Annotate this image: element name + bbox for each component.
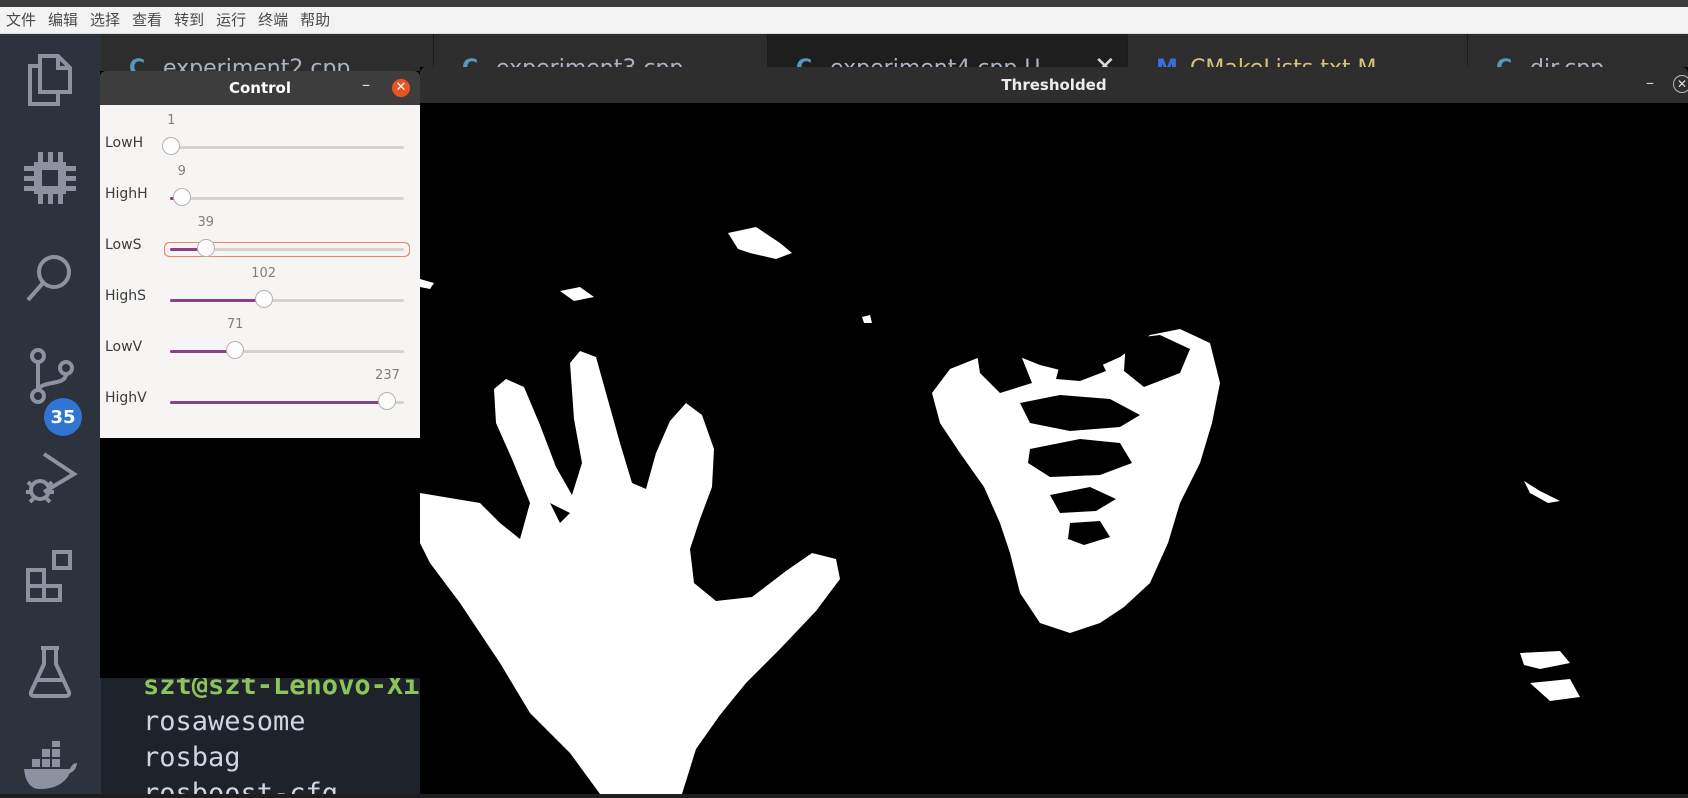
thresholded-window: Thresholded – ✕: [420, 67, 1688, 794]
trackbar-value: 39: [197, 215, 215, 230]
menu-edit[interactable]: 编辑: [42, 7, 84, 33]
trackbar-track[interactable]: [170, 290, 404, 308]
thresholded-titlebar[interactable]: Thresholded – ✕: [420, 67, 1688, 103]
trackbar-track[interactable]: [162, 137, 404, 155]
trackbar-name: HighH: [105, 186, 148, 202]
menu-bar: 文件 编辑 选择 查看 转到 运行 终端 帮助: [0, 7, 1688, 34]
trackbar-track[interactable]: [170, 392, 404, 410]
menu-help[interactable]: 帮助: [294, 7, 336, 33]
trackbar-highv[interactable]: HighV 237: [100, 366, 420, 421]
trackbar-name: HighS: [105, 288, 147, 304]
source-control-badge: 35: [44, 398, 82, 436]
minimize-icon[interactable]: –: [1646, 73, 1654, 92]
trackbar-panel: LowH 1 HighH 9 LowS 39 HighS 102 LowV 71 HighV 237: [100, 105, 420, 438]
trackbar-knob[interactable]: [254, 290, 273, 308]
control-window: Control – ✕ LowH 1 HighH 9 LowS 39 HighS 102 Low…: [100, 71, 420, 678]
menu-go[interactable]: 转到: [168, 7, 210, 33]
menu-terminal[interactable]: 终端: [252, 7, 294, 33]
terminal-line: rosbag: [143, 742, 241, 773]
trackbar-track[interactable]: [170, 239, 404, 257]
source-control-icon[interactable]: [18, 344, 82, 408]
trackbar-value: 71: [226, 317, 244, 332]
trackbar-lowh[interactable]: LowH 1: [100, 111, 420, 166]
trackbar-name: LowV: [105, 339, 143, 355]
activity-bar: 35: [0, 34, 101, 794]
extensions-icon[interactable]: [18, 544, 82, 608]
close-icon[interactable]: ✕: [1673, 75, 1688, 93]
trackbar-fill: [170, 401, 388, 404]
trackbar-highh[interactable]: HighH 9: [100, 162, 420, 217]
trackbar-knob[interactable]: [162, 137, 181, 155]
thresholded-title: Thresholded: [1001, 76, 1107, 94]
window-top-strip: [0, 0, 1688, 7]
menu-file[interactable]: 文件: [0, 7, 42, 33]
files-icon[interactable]: [18, 48, 82, 112]
minimize-icon[interactable]: –: [362, 75, 370, 94]
trackbar-fill: [170, 299, 264, 302]
menu-run[interactable]: 运行: [210, 7, 252, 33]
trackbar-value: 102: [251, 266, 277, 281]
trackbar-value: 1: [167, 113, 176, 128]
search-icon[interactable]: [18, 246, 82, 310]
testing-icon[interactable]: [18, 640, 82, 704]
close-icon[interactable]: ✕: [392, 79, 410, 97]
trackbar-knob[interactable]: [226, 341, 245, 359]
trackbar-value: 9: [177, 164, 186, 179]
trackbar-highs[interactable]: HighS 102: [100, 264, 420, 319]
trackbar-name: HighV: [105, 390, 147, 406]
docker-icon[interactable]: [18, 734, 82, 798]
trackbar-value: 237: [375, 368, 400, 383]
menu-selection[interactable]: 选择: [84, 7, 126, 33]
run-debug-icon[interactable]: [18, 444, 82, 508]
trackbar-track[interactable]: [170, 341, 404, 359]
trackbar-knob[interactable]: [172, 188, 191, 206]
terminal-line: rosboost-cfg: [143, 778, 339, 794]
thresholded-image: [420, 103, 1688, 794]
trackbar-track[interactable]: [170, 188, 404, 206]
trackbar-lows[interactable]: LowS 39: [100, 213, 420, 268]
trackbar-knob[interactable]: [196, 239, 215, 257]
trackbar-lowv[interactable]: LowV 71: [100, 315, 420, 370]
control-titlebar[interactable]: Control – ✕: [100, 71, 420, 105]
menu-view[interactable]: 查看: [126, 7, 168, 33]
trackbar-name: LowH: [105, 135, 144, 151]
chip-icon[interactable]: [18, 146, 82, 210]
trackbar-knob[interactable]: [378, 392, 397, 410]
trackbar-name: LowS: [105, 237, 142, 253]
control-title: Control: [228, 79, 291, 97]
terminal-line: rosawesome: [143, 706, 306, 737]
